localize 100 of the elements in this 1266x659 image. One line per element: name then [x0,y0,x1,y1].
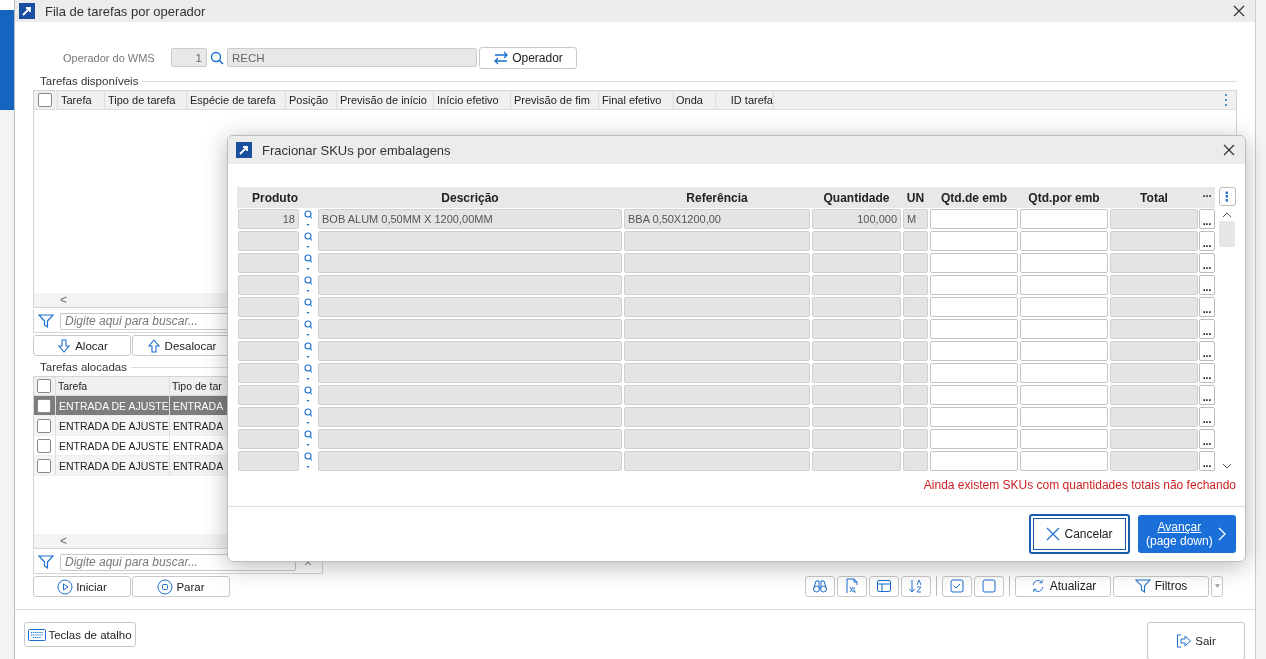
product-field[interactable] [238,363,299,383]
column-header[interactable]: ... [1199,187,1215,208]
product-field[interactable] [238,319,299,339]
column-header[interactable]: Qtd.de emb [929,187,1019,208]
quantity-field[interactable] [812,319,901,339]
package-count-field[interactable] [930,451,1018,471]
quantity-per-package-field[interactable] [1020,253,1108,273]
scroll-left-arrow[interactable]: < [60,535,67,547]
reference-field[interactable] [624,451,810,471]
row-more-button[interactable]: ... [1199,297,1215,317]
filter-icon[interactable] [38,314,54,328]
total-field[interactable] [1110,341,1198,361]
total-field[interactable] [1110,275,1198,295]
refresh-button[interactable]: Atualizar [1015,575,1111,597]
package-count-field[interactable] [930,429,1018,449]
column-header[interactable]: Posição [286,91,337,109]
row-more-button[interactable]: ... [1199,319,1215,339]
description-field[interactable] [318,341,622,361]
operator-button[interactable]: Operador [479,46,577,69]
next-button[interactable]: Avançar (page down) [1138,515,1236,553]
unit-field[interactable] [903,231,928,251]
quantity-field[interactable] [812,341,901,361]
checkbox[interactable] [37,398,52,413]
column-header[interactable]: Tarefa [58,91,105,109]
close-icon[interactable] [1223,144,1235,156]
unit-field[interactable] [903,275,928,295]
row-more-button[interactable]: ... [1199,363,1215,383]
package-count-field[interactable] [930,385,1018,405]
product-field[interactable] [238,451,299,471]
uncheck-all-button[interactable] [974,575,1004,597]
package-count-field[interactable] [930,407,1018,427]
reference-field[interactable] [624,319,810,339]
total-field[interactable] [1110,385,1198,405]
description-field[interactable] [318,385,622,405]
reference-field[interactable] [624,429,810,449]
description-field[interactable]: BOB ALUM 0,50MM X 1200,00MM [318,209,622,229]
column-header[interactable]: Previsão de fim [511,91,599,109]
quantity-field[interactable] [812,231,901,251]
unit-field[interactable] [903,385,928,405]
row-more-button[interactable]: ... [1199,429,1215,449]
description-field[interactable] [318,275,622,295]
reference-field[interactable]: BBA 0,50X1200,00 [624,209,810,229]
row-more-button[interactable]: ... [1199,275,1215,295]
column-header[interactable]: Previsão de início [337,91,434,109]
quantity-per-package-field[interactable] [1020,275,1108,295]
description-field[interactable] [318,231,622,251]
quantity-per-package-field[interactable] [1020,209,1108,229]
unit-field[interactable] [903,407,928,427]
find-button[interactable] [805,575,835,597]
column-header[interactable]: Descrição [317,187,623,208]
product-field[interactable] [238,275,299,295]
product-field[interactable] [238,297,299,317]
column-header[interactable]: Tarefa [56,377,170,395]
shortcuts-button[interactable]: Teclas de atalho [24,622,136,647]
filters-button[interactable]: Filtros [1113,575,1209,597]
checkbox[interactable] [38,93,53,107]
kebab-icon[interactable] [1224,93,1228,107]
reference-field[interactable] [624,385,810,405]
total-field[interactable] [1110,363,1198,383]
column-header[interactable]: Qtd.por emb [1019,187,1109,208]
column-header[interactable]: Espécie de tarefa [187,91,286,109]
close-icon[interactable] [1233,5,1245,17]
run-button[interactable]: Parar [132,576,230,597]
quantity-per-package-field[interactable] [1020,319,1108,339]
reference-field[interactable] [624,363,810,383]
checkbox[interactable] [37,458,52,473]
table-cell[interactable]: ENTRADA DE AJUSTE [56,436,170,455]
quantity-field[interactable]: 100,000 [812,209,901,229]
sort-button[interactable] [901,575,931,597]
scroll-thumb[interactable] [1219,221,1235,247]
description-field[interactable] [318,407,622,427]
quantity-per-package-field[interactable] [1020,297,1108,317]
column-header[interactable]: UN [902,187,929,208]
column-header[interactable]: Onda [674,91,716,109]
quantity-field[interactable] [812,451,901,471]
search-icon[interactable] [210,50,224,65]
package-count-field[interactable] [930,319,1018,339]
reference-field[interactable] [624,231,810,251]
row-more-button[interactable]: ... [1199,451,1215,471]
total-field[interactable] [1110,209,1198,229]
quantity-per-package-field[interactable] [1020,231,1108,251]
quantity-field[interactable] [812,297,901,317]
row-more-button[interactable]: ... [1199,253,1215,273]
column-header[interactable]: Total [1109,187,1199,208]
column-header[interactable]: Referência [623,187,811,208]
scroll-left-arrow[interactable]: < [60,294,67,306]
move-button[interactable]: Alocar [33,335,131,356]
unit-field[interactable] [903,297,928,317]
unit-field[interactable] [903,319,928,339]
scroll-up-icon[interactable] [1222,212,1232,218]
package-count-field[interactable] [930,275,1018,295]
package-count-field[interactable] [930,341,1018,361]
description-field[interactable] [318,429,622,449]
reference-field[interactable] [624,297,810,317]
quantity-field[interactable] [812,407,901,427]
row-more-button[interactable]: ... [1199,209,1215,229]
column-header[interactable]: Produto [237,187,300,208]
checkbox[interactable] [37,438,52,453]
column-header[interactable]: ID tarefa [716,91,774,109]
quantity-per-package-field[interactable] [1020,341,1108,361]
